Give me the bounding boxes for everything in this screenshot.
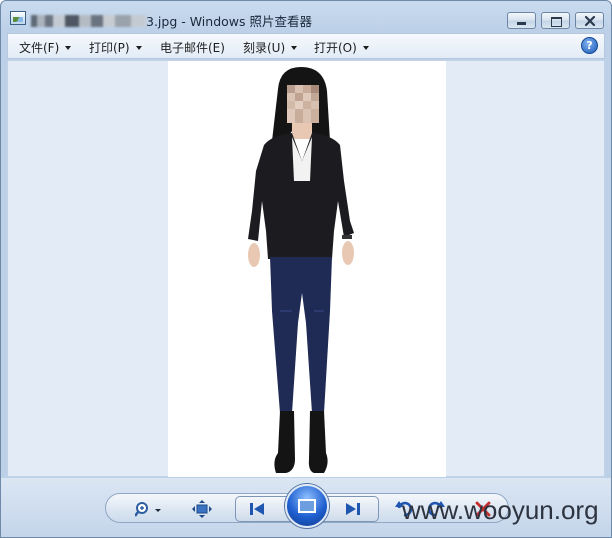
pixelated-face <box>287 85 319 123</box>
previous-button[interactable] <box>247 502 267 516</box>
menu-open-label: 打开(O) <box>314 41 357 55</box>
maximize-button[interactable] <box>541 12 570 29</box>
zoom-button[interactable] <box>134 502 165 518</box>
window-title-suffix: 3.jpg - Windows 照片查看器 <box>146 14 312 29</box>
previous-icon <box>250 503 264 515</box>
person-photo-illustration <box>248 67 354 473</box>
next-button[interactable] <box>343 502 363 516</box>
dropdown-arrow-icon <box>291 46 298 50</box>
help-button[interactable]: ? <box>581 37 598 54</box>
photo-viewer-window: 3.jpg - Windows 照片查看器 文件(F) 打印(P) 电子邮件(E… <box>0 0 612 538</box>
window-title: 3.jpg - Windows 照片查看器 <box>31 11 312 30</box>
menu-file[interactable]: 文件(F) <box>19 39 72 56</box>
dropdown-arrow-icon <box>65 46 72 50</box>
photo-viewer-app-icon[interactable] <box>10 11 26 25</box>
next-icon <box>346 503 360 515</box>
menu-file-label: 文件(F) <box>19 41 60 55</box>
slideshow-icon <box>298 499 316 513</box>
slideshow-button[interactable] <box>285 484 329 528</box>
displayed-photo[interactable] <box>168 61 446 477</box>
close-button[interactable] <box>575 12 604 29</box>
actual-size-button[interactable] <box>192 500 212 518</box>
watermark-text: www.wooyun.org <box>402 495 599 525</box>
fit-to-window-icon <box>192 500 212 518</box>
menu-email[interactable]: 电子邮件(E) <box>160 39 225 56</box>
zoom-icon <box>134 502 161 517</box>
menu-print[interactable]: 打印(P) <box>89 39 142 56</box>
redacted-filename <box>31 15 146 27</box>
help-icon: ? <box>586 39 593 52</box>
menu-email-label: 电子邮件(E) <box>160 41 225 55</box>
menu-burn[interactable]: 刻录(U) <box>243 39 298 56</box>
dropdown-arrow-icon <box>135 46 142 50</box>
menu-burn-label: 刻录(U) <box>243 41 286 55</box>
dropdown-arrow-icon <box>362 46 369 50</box>
menu-open[interactable]: 打开(O) <box>314 39 369 56</box>
minimize-button[interactable] <box>507 12 536 29</box>
title-bar[interactable]: 3.jpg - Windows 照片查看器 <box>1 1 611 33</box>
close-icon <box>584 15 596 27</box>
menu-print-label: 打印(P) <box>89 41 130 55</box>
menu-bar: 文件(F) 打印(P) 电子邮件(E) 刻录(U) 打开(O) ? <box>7 33 605 59</box>
image-viewport[interactable] <box>7 60 605 477</box>
